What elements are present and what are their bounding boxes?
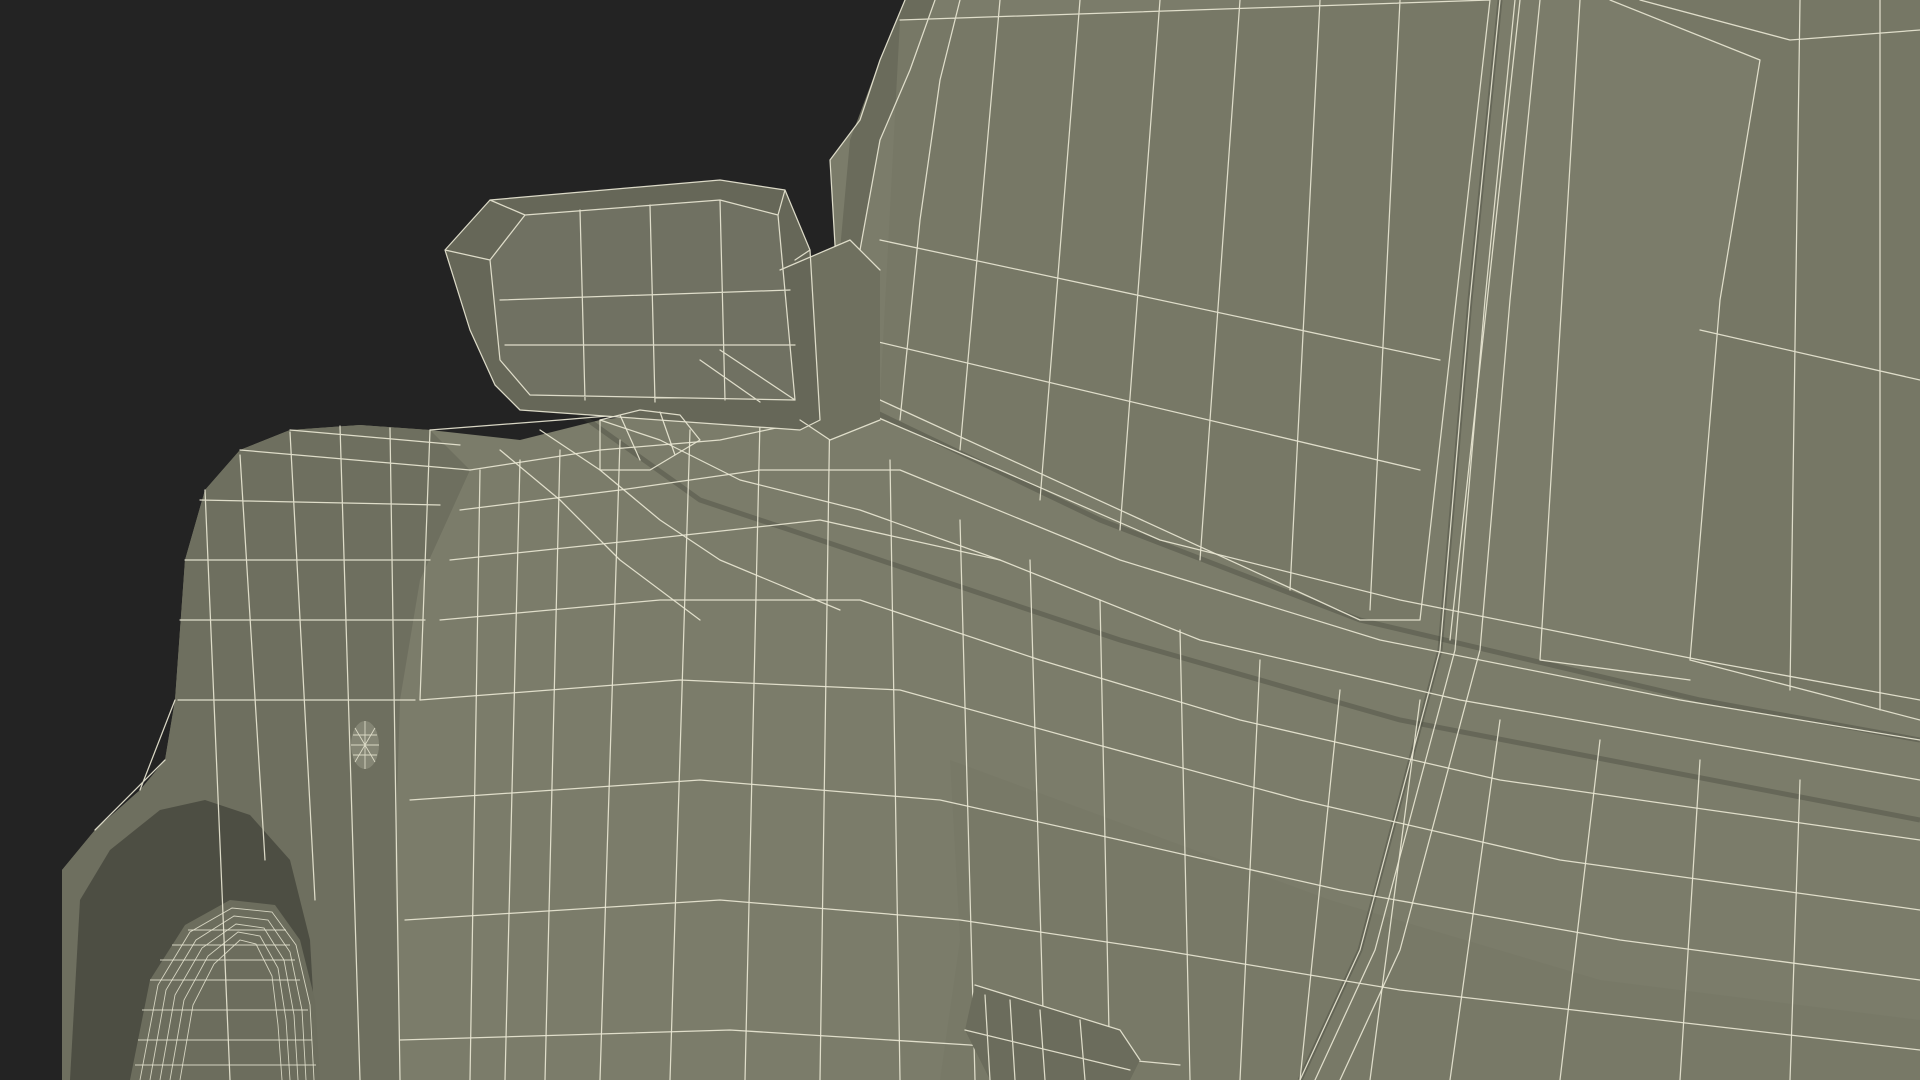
side-marker-bolt	[351, 721, 379, 769]
bolt-wire	[351, 721, 379, 769]
wireframe-scene	[0, 0, 1920, 1080]
